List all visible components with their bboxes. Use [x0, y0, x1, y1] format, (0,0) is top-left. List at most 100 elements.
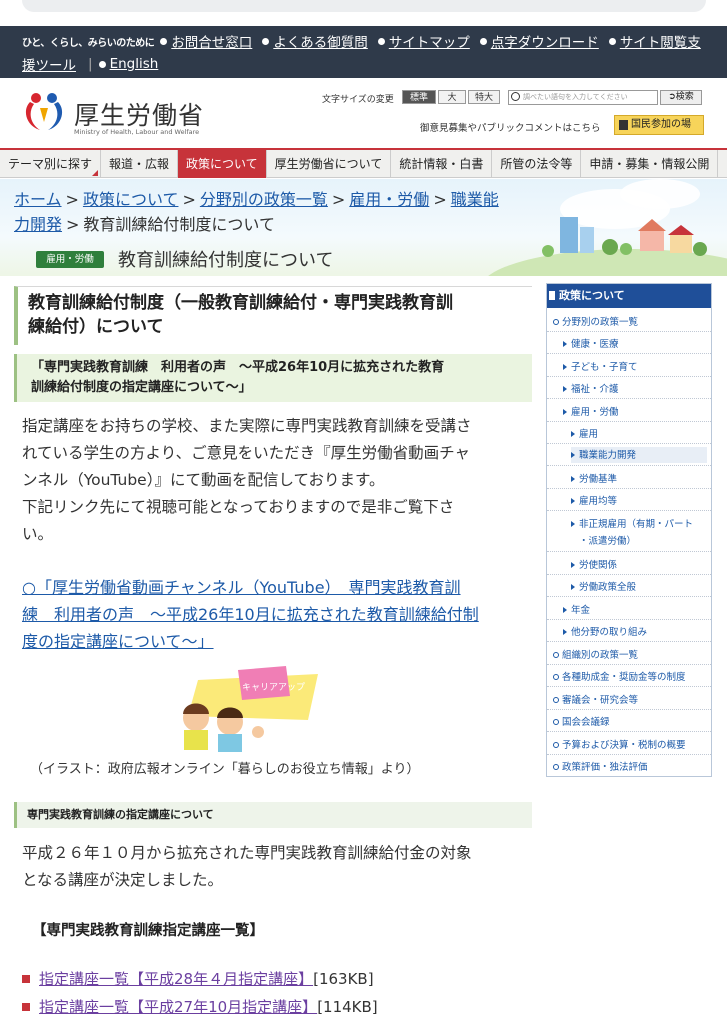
divider	[547, 596, 711, 597]
youtube-video-link[interactable]: ○「厚生労働省動画チャンネル（YouTube） 専門実践教育訓 練 利用者の声 …	[22, 574, 522, 655]
divider	[547, 709, 711, 710]
triangle-bullet-icon	[563, 341, 567, 347]
course-list-heading: 【専門実践教育訓練指定講座一覧】	[32, 923, 264, 939]
side-item-label: 審議会・研究会等	[562, 695, 639, 706]
side-item-budget[interactable]: 予算および決算・税制の概要	[553, 737, 686, 751]
site-logo[interactable]: 厚生労働省 Ministry of Health, Labour and Wel…	[20, 88, 210, 138]
side-item-label: 他分野の取り組み	[571, 627, 648, 638]
search-button[interactable]: ➲検索	[660, 90, 702, 105]
font-size-large-button[interactable]: 大	[438, 90, 466, 104]
pdf-link-h27-october[interactable]: 指定講座一覧【平成27年10月指定講座】	[39, 996, 317, 1017]
side-item-policy-list[interactable]: 分野別の政策一覧	[553, 314, 638, 328]
side-item-children[interactable]: 子ども・子育て	[563, 359, 638, 373]
side-item-label: 労働政策全般	[579, 582, 637, 593]
public-participation-button[interactable]: 国民参加の場	[614, 115, 704, 135]
participation-label: 国民参加の場	[631, 119, 691, 130]
file-size: [114KB]	[317, 997, 378, 1016]
bullet-icon	[160, 37, 168, 45]
side-item-label: 分野別の政策一覧	[562, 317, 639, 328]
side-item-equal-employment[interactable]: 雇用均等	[571, 493, 617, 507]
side-nav-heading[interactable]: 政策について	[547, 284, 711, 308]
circle-bullet-icon	[553, 742, 559, 748]
nav-applications[interactable]: 申請・募集・情報公開	[581, 150, 719, 178]
side-navigation: 政策について 分野別の政策一覧 健康・医療 子ども・子育て 福祉・介護 雇用・労…	[546, 283, 712, 777]
side-item-employment[interactable]: 雇用・労働	[563, 404, 619, 418]
english-link[interactable]: English	[98, 56, 159, 72]
circle-bullet-icon	[553, 652, 559, 658]
side-item-non-regular-cont[interactable]: ・派遣労働）	[579, 533, 636, 547]
font-size-xlarge-button[interactable]: 特大	[468, 90, 500, 104]
pdf-icon	[22, 1002, 30, 1011]
side-item-welfare[interactable]: 福祉・介護	[563, 381, 619, 395]
side-item-pension[interactable]: 年金	[563, 602, 590, 616]
site-header: 厚生労働省 Ministry of Health, Labour and Wel…	[0, 78, 727, 148]
side-item-diet-records[interactable]: 国会会議録	[553, 714, 610, 728]
triangle-bullet-icon	[563, 386, 567, 392]
side-item-labor-relations[interactable]: 労使関係	[571, 557, 617, 571]
video-link-line: 練 利用者の声 ～平成26年10月に拡充された教育訓練給付制	[22, 605, 479, 624]
side-item-koyou[interactable]: 雇用	[571, 426, 598, 440]
designated-courses-heading: 専門実践教育訓練の指定講座について	[14, 802, 532, 828]
career-up-illustration: キャリアアップ	[183, 666, 318, 752]
side-item-label: 雇用・労働	[571, 407, 619, 418]
search-input[interactable]: 調べたい語句を入力してください	[508, 90, 658, 105]
sitemap-link[interactable]: サイトマップ	[377, 31, 470, 51]
side-item-label: 健康・医療	[571, 339, 619, 350]
contact-link[interactable]: お問合せ窓口	[160, 31, 252, 51]
nav-statistics[interactable]: 統計情報・白書	[391, 150, 493, 178]
public-comment-link[interactable]: 御意見募集やパブリックコメントはこちら	[420, 120, 601, 134]
breadcrumb-policy-list[interactable]: 分野別の政策一覧	[200, 190, 328, 209]
breadcrumb-separator: >	[182, 190, 196, 209]
faq-link[interactable]: よくある御質問	[262, 31, 368, 51]
nav-theme-search[interactable]: テーマ別に探す	[0, 150, 102, 178]
side-item-label: 職業能力開発	[579, 450, 637, 461]
nav-laws[interactable]: 所管の法令等	[492, 150, 582, 178]
side-item-health[interactable]: 健康・医療	[563, 336, 619, 350]
side-item-skills-development[interactable]: 職業能力開発	[571, 447, 707, 463]
breadcrumb-skills-dev-cont[interactable]: 力開発	[14, 215, 62, 234]
nav-about[interactable]: 厚生労働省について	[267, 150, 392, 178]
paragraph-line: 指定講座をお持ちの学校、また実際に専門実践教育訓練を受講さ	[22, 417, 472, 435]
pdf-link-h28-april[interactable]: 指定講座一覧【平成28年４月指定講座】	[39, 968, 313, 989]
divider	[547, 331, 711, 332]
side-item-labor-policy[interactable]: 労働政策全般	[571, 579, 636, 593]
triangle-bullet-icon	[563, 607, 567, 613]
paragraph-line: い。	[22, 525, 54, 543]
braille-download-link[interactable]: 点字ダウンロード	[479, 31, 599, 51]
side-item-label: 予算および決算・税制の概要	[562, 740, 686, 751]
video-link-line: ○「厚生労働省動画チャンネル（YouTube） 専門実践教育訓	[22, 578, 461, 597]
page-title-line: 練給付）について	[28, 317, 164, 337]
side-item-other-fields[interactable]: 他分野の取り組み	[563, 624, 647, 638]
accessibility-tools-link[interactable]: サイト閲覧支	[608, 31, 701, 51]
side-item-non-regular[interactable]: 非正規雇用（有期・パート	[571, 516, 693, 530]
divider	[547, 376, 711, 377]
pdf-list-item: 指定講座一覧【平成28年４月指定講座】 [163KB]	[22, 968, 374, 989]
side-item-label: 労使関係	[579, 560, 618, 571]
circle-bullet-icon	[553, 674, 559, 680]
font-size-standard-button[interactable]: 標準	[402, 90, 436, 104]
side-item-label: 非正規雇用（有期・パート	[579, 519, 694, 530]
breadcrumb-policy[interactable]: 政策について	[83, 190, 179, 209]
accessibility-tools-link-cont[interactable]: 援ツール	[22, 54, 76, 74]
pdf-icon	[22, 974, 30, 983]
english-link-label: English	[109, 56, 159, 72]
side-item-subsidies[interactable]: 各種助成金・奨励金等の制度	[553, 669, 686, 683]
breadcrumb-skills-dev[interactable]: 職業能	[451, 190, 499, 209]
town-illustration	[542, 217, 707, 257]
divider	[547, 465, 711, 466]
side-item-councils[interactable]: 審議会・研究会等	[553, 692, 638, 706]
breadcrumb-employment[interactable]: 雇用・労働	[349, 190, 429, 209]
breadcrumb-home[interactable]: ホーム	[14, 190, 62, 209]
search-placeholder: 調べたい語句を入力してください	[523, 93, 628, 101]
pdf-list-item: 指定講座一覧【平成27年10月指定講座】 [114KB]	[22, 996, 378, 1017]
illustration-sign-text: キャリアアップ	[242, 682, 305, 693]
page-hero: ホーム > 政策について > 分野別の政策一覧 > 雇用・労働 > 職業能 力開発 > 教育訓練給付制…	[0, 179, 727, 276]
nav-press[interactable]: 報道・広報	[101, 150, 179, 178]
side-item-label: 労働基準	[579, 474, 618, 485]
nav-policy[interactable]: 政策について	[178, 150, 267, 178]
divider	[547, 510, 711, 511]
utility-row-1: ひと、くらし、みらいのために お問合せ窓口 よくある御質問 サイトマップ 点字ダ…	[22, 31, 711, 51]
side-item-policy-evaluation[interactable]: 政策評価・独法評価	[553, 759, 648, 773]
side-item-labor-standards[interactable]: 労働基準	[571, 471, 617, 485]
side-item-org-policy[interactable]: 組織別の政策一覧	[553, 647, 638, 661]
